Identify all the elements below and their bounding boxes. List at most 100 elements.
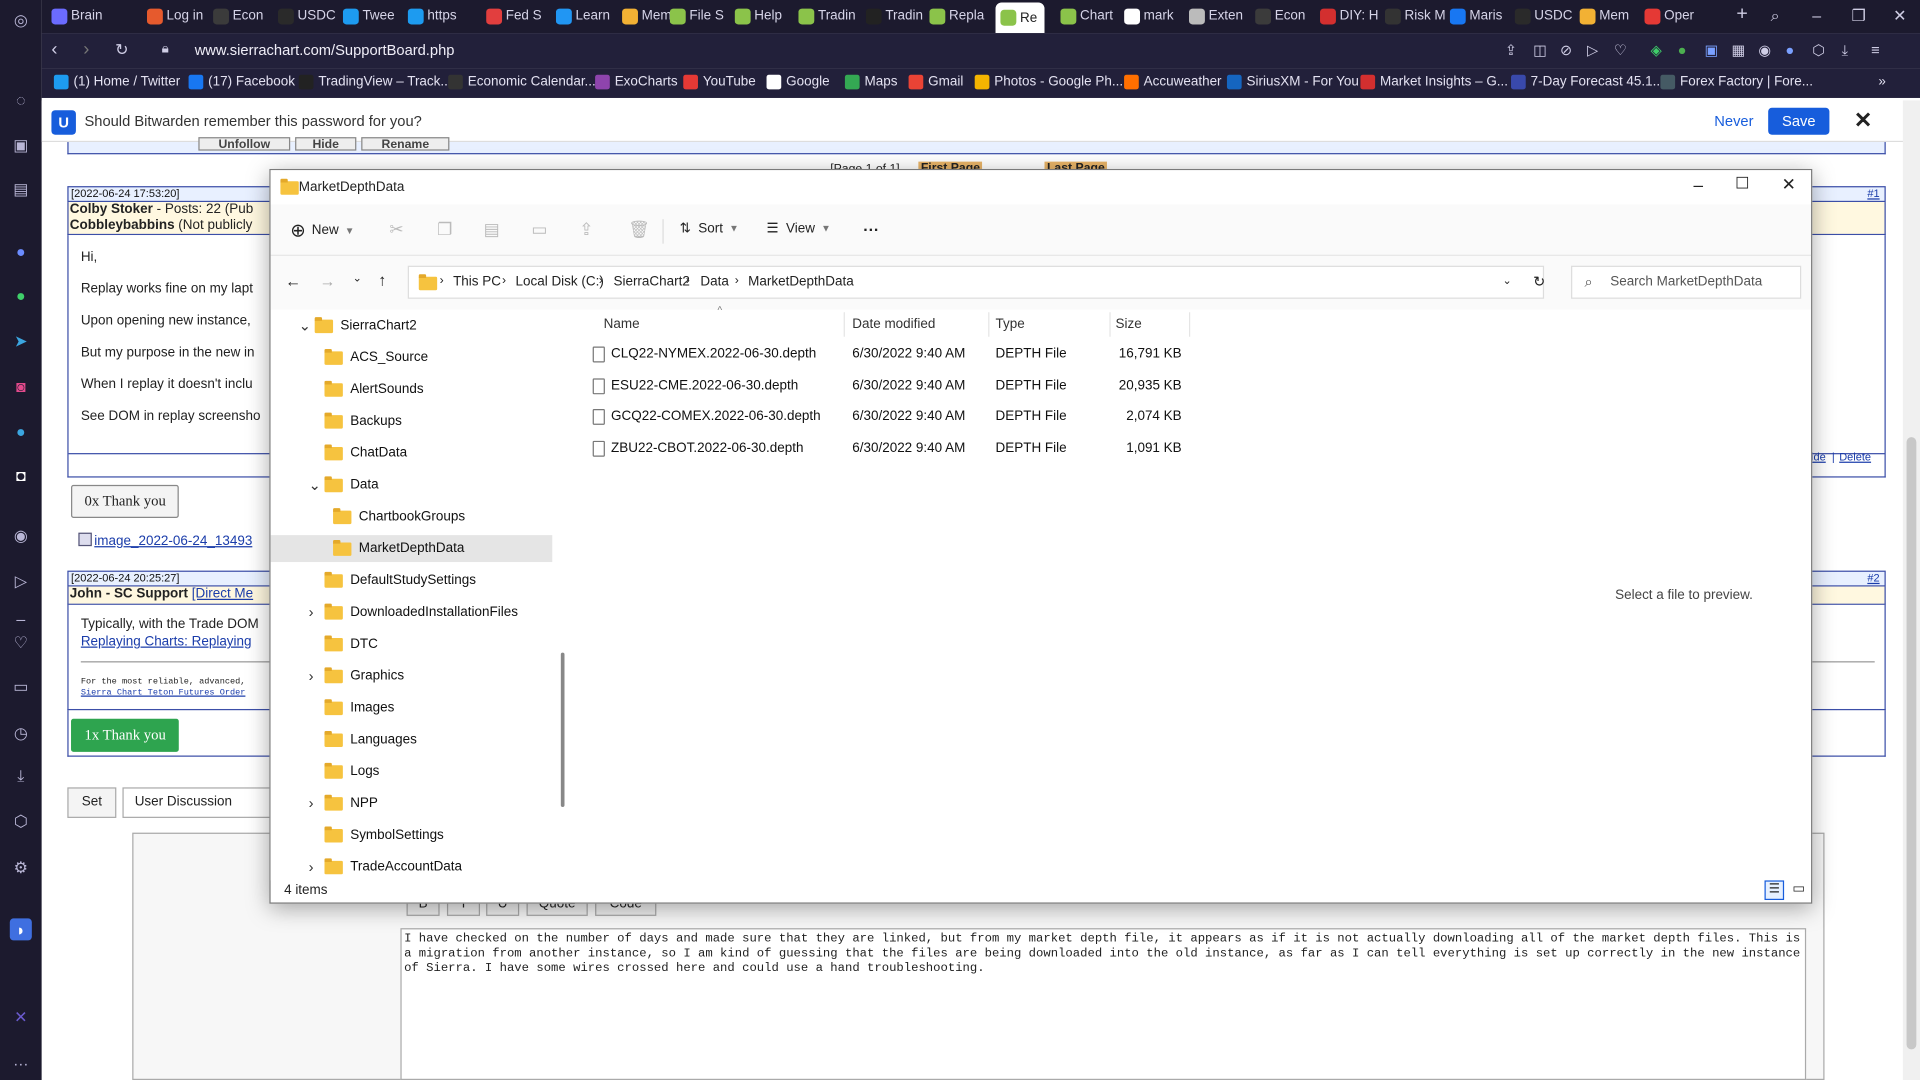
messenger-icon[interactable]: ●: [10, 240, 32, 262]
browser-tab[interactable]: Twee: [342, 4, 404, 28]
search-tabs-icon[interactable]: ⌕: [1771, 6, 1780, 26]
chevron-right-icon[interactable]: ›: [309, 604, 314, 621]
browser-tab[interactable]: Help: [734, 4, 796, 28]
bookmark-item[interactable]: (17) Facebook: [188, 74, 295, 90]
paste-icon[interactable]: ▤: [484, 219, 500, 240]
player-icon[interactable]: ◉: [10, 525, 32, 547]
chat-icon[interactable]: ▭: [10, 676, 32, 698]
whatsapp-icon[interactable]: ●: [10, 284, 32, 306]
column-size[interactable]: Size: [1116, 317, 1142, 332]
tree-item[interactable]: AlertSounds: [271, 376, 553, 403]
extensions-icon[interactable]: ⬡: [10, 811, 32, 833]
recent-locations-icon[interactable]: ⌄: [353, 272, 362, 285]
bookmark-item[interactable]: ExoCharts: [595, 74, 678, 90]
browser-tab[interactable]: Log in: [146, 4, 208, 28]
discord-icon[interactable]: ◘: [10, 464, 32, 486]
save-button[interactable]: Save: [1768, 107, 1830, 135]
instagram-icon[interactable]: ◙: [10, 375, 32, 397]
browser-tab[interactable]: https: [407, 4, 469, 28]
tree-item[interactable]: ChartbookGroups: [271, 503, 553, 530]
more-icon[interactable]: …: [10, 1048, 32, 1070]
browser-tab[interactable]: Fed S: [486, 4, 547, 28]
post-number-link[interactable]: #1: [1867, 187, 1879, 200]
author-name[interactable]: Colby Stoker: [70, 202, 153, 217]
view-button[interactable]: ☰ View ▼: [767, 220, 831, 236]
workspaces-icon[interactable]: ▣: [10, 135, 32, 157]
details-view-icon[interactable]: ☰: [1764, 880, 1785, 901]
chevron-right-icon[interactable]: ›: [309, 858, 314, 875]
page-scrollbar-thumb[interactable]: [1906, 437, 1917, 1050]
copy-icon[interactable]: ❐: [437, 219, 452, 240]
block-icon[interactable]: ⊘: [1560, 42, 1572, 59]
post-number-link[interactable]: #2: [1867, 572, 1879, 585]
tree-item[interactable]: ⌄ Data: [271, 471, 553, 498]
cut-icon[interactable]: ✂: [389, 219, 403, 240]
share-icon[interactable]: ⇪: [1505, 42, 1517, 59]
downloads-icon[interactable]: ⤓: [1842, 42, 1849, 60]
tree-item[interactable]: › Graphics: [271, 662, 553, 689]
never-button[interactable]: Never: [1714, 113, 1753, 130]
breadcrumb-marketdepthdata[interactable]: MarketDepthData: [748, 274, 854, 289]
new-tab-icon[interactable]: +: [1736, 4, 1747, 26]
bookmark-item[interactable]: Photos - Google Ph...: [974, 74, 1123, 90]
page-scrollbar[interactable]: [1902, 100, 1920, 1080]
tree-item[interactable]: ACS_Source: [271, 344, 553, 371]
bookmark-item[interactable]: Economic Calendar...: [448, 74, 596, 90]
send-icon[interactable]: ▷: [10, 571, 32, 593]
close-window-icon[interactable]: ✕: [1893, 6, 1906, 26]
browser-tab[interactable]: USDC: [277, 4, 339, 28]
bookmark-item[interactable]: Accuweather: [1124, 74, 1222, 90]
hide-button[interactable]: Hide: [295, 137, 357, 151]
bookmark-item[interactable]: Google: [766, 74, 830, 90]
tree-item[interactable]: DefaultStudySettings: [271, 567, 553, 594]
tree-item[interactable]: Backups: [271, 408, 553, 435]
unfollow-button[interactable]: Unfollow: [198, 137, 291, 151]
heart-icon[interactable]: ♡: [10, 632, 32, 654]
telegram-icon[interactable]: ➤: [10, 331, 32, 353]
chevron-down-icon[interactable]: ⌄: [299, 317, 311, 334]
menu-icon[interactable]: ≡: [1871, 42, 1880, 59]
forward-icon[interactable]: ›: [83, 39, 89, 60]
bookmark-item[interactable]: Gmail: [908, 74, 963, 90]
tree-item[interactable]: Languages: [271, 726, 553, 753]
opera-logo-icon[interactable]: ◎: [10, 10, 32, 32]
history-icon[interactable]: ◷: [10, 722, 32, 744]
file-row[interactable]: GCQ22-COMEX.2022-06-30.depth 6/30/2022 9:…: [587, 404, 1493, 431]
column-divider[interactable]: [988, 312, 990, 337]
tree-item[interactable]: DTC: [271, 631, 553, 658]
browser-tab[interactable]: Risk M: [1384, 4, 1446, 28]
attachment-link[interactable]: image_2022-06-24_13493: [94, 534, 252, 549]
bookmark-item[interactable]: 7-Day Forecast 45.1...: [1511, 74, 1664, 90]
explorer-titlebar[interactable]: MarketDepthData – ☐ ✕: [270, 170, 1812, 205]
back-icon[interactable]: ‹: [51, 39, 57, 60]
column-divider[interactable]: [843, 312, 845, 337]
tree-item[interactable]: Logs: [271, 758, 553, 785]
reload-icon[interactable]: ↻: [115, 40, 128, 60]
camera-icon[interactable]: ◫: [1533, 42, 1547, 59]
delete-link[interactable]: Delete: [1839, 451, 1871, 463]
browser-tab[interactable]: Oper: [1644, 4, 1706, 28]
replaying-charts-link[interactable]: Replaying Charts: Replaying: [81, 634, 252, 649]
column-name[interactable]: Name: [604, 317, 640, 332]
column-divider[interactable]: [1188, 312, 1191, 337]
bookmark-item[interactable]: Forex Factory | Fore...: [1660, 74, 1813, 90]
restore-icon[interactable]: ❐: [1851, 6, 1865, 26]
thank-you-button[interactable]: 0x Thank you: [71, 484, 180, 518]
chevron-down-icon[interactable]: ⌄: [309, 476, 321, 493]
set-button[interactable]: Set: [67, 787, 117, 818]
tree-item[interactable]: ⌄ SierraChart2: [271, 312, 553, 339]
rename-button[interactable]: Rename: [361, 137, 450, 151]
settings-icon[interactable]: ⚙: [10, 857, 32, 879]
author-username[interactable]: Cobbleybabbins: [70, 218, 175, 233]
tree-item[interactable]: MarketDepthData: [270, 535, 553, 563]
hide-link[interactable]: ide: [1811, 451, 1826, 463]
extension-a-icon[interactable]: ●: [1678, 42, 1687, 59]
browser-tab[interactable]: DIY: H: [1320, 4, 1381, 28]
twitter-icon[interactable]: ●: [10, 420, 32, 442]
app-icon[interactable]: ✕: [10, 1007, 32, 1029]
tree-scrollbar-track[interactable]: [559, 309, 569, 881]
close-icon[interactable]: ✕: [1782, 174, 1796, 195]
reply-textarea[interactable]: I have checked on the number of days and…: [400, 928, 1807, 1080]
maximize-icon[interactable]: ☐: [1735, 174, 1749, 194]
bookmark-item[interactable]: Maps: [844, 74, 897, 90]
